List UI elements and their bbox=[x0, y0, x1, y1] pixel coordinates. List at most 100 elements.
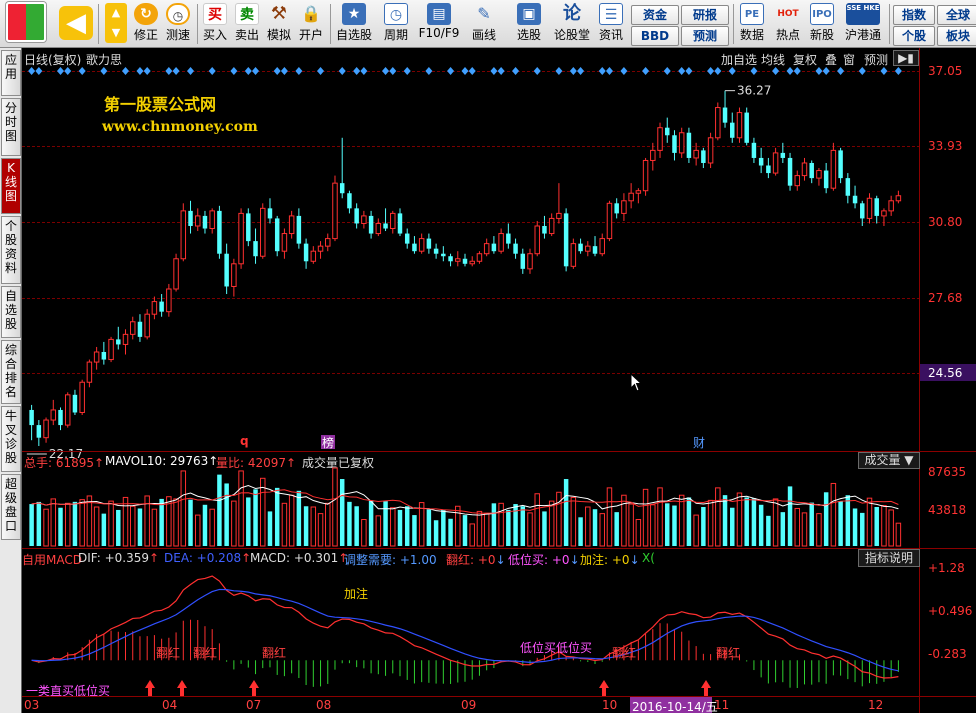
volume-bar bbox=[498, 502, 504, 547]
volume-bar bbox=[506, 509, 511, 546]
simulate-button[interactable]: ⚒ 模拟 bbox=[264, 2, 294, 46]
pin-arrow-icon[interactable]: ▶▮ bbox=[893, 50, 919, 66]
info-button[interactable]: ☰ 资讯 bbox=[594, 2, 628, 46]
signal-diamond bbox=[187, 67, 195, 75]
volume-bar bbox=[542, 511, 547, 546]
pane-divider bbox=[22, 548, 976, 549]
event-mark[interactable]: 财 bbox=[693, 434, 705, 451]
volume-bar bbox=[678, 494, 685, 547]
indicator-explain-button[interactable]: 指标说明 bbox=[858, 549, 920, 567]
up-down-button[interactable]: ▲ ▼ bbox=[103, 2, 129, 46]
tab-ranking[interactable]: 综合排名 bbox=[1, 340, 21, 404]
volume-bar bbox=[888, 509, 894, 547]
volume-bar bbox=[79, 499, 85, 547]
buy-button[interactable]: 买 买入 bbox=[200, 2, 230, 46]
volume-bar bbox=[332, 467, 338, 547]
candle-body bbox=[744, 112, 749, 143]
volume-bar bbox=[433, 520, 439, 546]
volume-bar bbox=[548, 500, 555, 547]
signal-diamond bbox=[858, 67, 866, 75]
speed-test-button[interactable]: ◷ 测速 bbox=[163, 2, 193, 46]
draw-line-button[interactable]: ✎ 画线 bbox=[466, 2, 502, 46]
candle-body bbox=[72, 394, 78, 413]
volume-bar bbox=[744, 497, 749, 546]
event-mark[interactable]: q bbox=[240, 434, 249, 448]
new-stock-button[interactable]: IPO 新股 bbox=[806, 2, 838, 46]
bbd-button[interactable]: BBD bbox=[631, 26, 679, 46]
tab-watchlist[interactable]: 自选股 bbox=[1, 286, 21, 338]
macd-axis-label: +1.28 bbox=[928, 561, 965, 575]
candle-body bbox=[513, 243, 518, 254]
macd-lowbuy: 低位买: +0↓ bbox=[508, 553, 580, 567]
candle-body bbox=[253, 241, 258, 257]
candle-body bbox=[780, 152, 786, 158]
sell-icon: 卖 bbox=[235, 3, 259, 25]
macd-chart[interactable] bbox=[22, 568, 919, 696]
signal-diamond bbox=[822, 67, 830, 75]
forum-button[interactable]: 论 论股堂 bbox=[553, 2, 591, 46]
add-label: 加注 bbox=[344, 587, 369, 601]
signal-diamond bbox=[772, 67, 780, 75]
sector-button[interactable]: 板块 bbox=[937, 26, 976, 46]
candle-body bbox=[129, 321, 136, 335]
candle-body bbox=[823, 170, 829, 189]
candle-body bbox=[548, 217, 555, 235]
stock-button[interactable]: 个股 bbox=[893, 26, 935, 46]
date-tick: 11 bbox=[714, 698, 730, 712]
arrow-updown-icon: ▲ ▼ bbox=[105, 3, 127, 43]
signal-diamond bbox=[338, 67, 346, 75]
tab-kline[interactable]: K线图 bbox=[1, 158, 21, 214]
open-account-button[interactable]: 🔒 开户 bbox=[296, 2, 326, 46]
volume-bar bbox=[325, 502, 331, 547]
clock-icon: ◷ bbox=[166, 3, 190, 25]
tab-stock-profile[interactable]: 个股资料 bbox=[1, 216, 21, 284]
volume-chart[interactable] bbox=[22, 466, 919, 548]
tab-super-book[interactable]: 超级盘口 bbox=[1, 474, 21, 540]
volume-bar bbox=[860, 512, 865, 546]
signal-diamond bbox=[750, 67, 758, 75]
chevron-down-icon: ▼ bbox=[904, 453, 914, 467]
volume-bar bbox=[390, 507, 396, 547]
candle-body bbox=[433, 248, 439, 254]
signal-diamond bbox=[642, 67, 650, 75]
hot-icon: HOT bbox=[777, 9, 799, 19]
stock-pick-button[interactable]: ▣ 选股 bbox=[508, 2, 550, 46]
kline-chart[interactable]: 36.2722.17 bbox=[22, 66, 919, 466]
volume-bar bbox=[188, 499, 193, 546]
revise-button[interactable]: ↻ 修正 bbox=[131, 2, 161, 46]
candle-body bbox=[794, 175, 801, 187]
global-button[interactable]: 全球 bbox=[937, 5, 976, 25]
f10-button[interactable]: ▤ F10/F9 bbox=[417, 2, 461, 46]
signal-diamond bbox=[165, 67, 173, 75]
candle-body bbox=[642, 159, 649, 192]
data-button[interactable]: PE 数据 bbox=[736, 2, 768, 46]
fund-button[interactable]: 资金 bbox=[631, 5, 679, 25]
period-button[interactable]: ◷ 周期 bbox=[378, 2, 414, 46]
report-button[interactable]: 研报 bbox=[681, 5, 729, 25]
event-mark[interactable]: 榜 bbox=[322, 434, 334, 451]
high-mark-label: 36.27 bbox=[737, 84, 771, 98]
volume-bar bbox=[599, 513, 605, 547]
volume-bar bbox=[701, 507, 706, 546]
hot-button[interactable]: HOT 热点 bbox=[772, 2, 804, 46]
candle-body bbox=[628, 192, 634, 202]
macd-adjust: 调整需要: +1.00 bbox=[344, 553, 437, 567]
signal-diamond bbox=[353, 67, 361, 75]
hk-connect-button[interactable]: SSE HKE 沪港通 bbox=[841, 2, 885, 46]
candle-body bbox=[845, 178, 851, 196]
volume-bar bbox=[296, 490, 302, 546]
volume-bar bbox=[72, 501, 78, 546]
candle-body bbox=[635, 190, 642, 194]
volume-bar bbox=[29, 504, 34, 546]
signal-diamond bbox=[136, 67, 144, 75]
watchlist-button[interactable]: ★ 自选股 bbox=[333, 2, 375, 46]
tab-diagnosis[interactable]: 牛叉诊股 bbox=[1, 406, 21, 472]
forecast-button[interactable]: 预测 bbox=[681, 26, 729, 46]
candle-body bbox=[542, 225, 547, 234]
back-button[interactable]: ◀ bbox=[58, 2, 94, 46]
tab-intraday[interactable]: 分时图 bbox=[1, 98, 21, 156]
sell-button[interactable]: 卖 卖出 bbox=[232, 2, 262, 46]
tab-apps[interactable]: 应用 bbox=[1, 50, 21, 96]
volume-bar bbox=[722, 495, 728, 546]
index-button[interactable]: 指数 bbox=[893, 5, 935, 25]
